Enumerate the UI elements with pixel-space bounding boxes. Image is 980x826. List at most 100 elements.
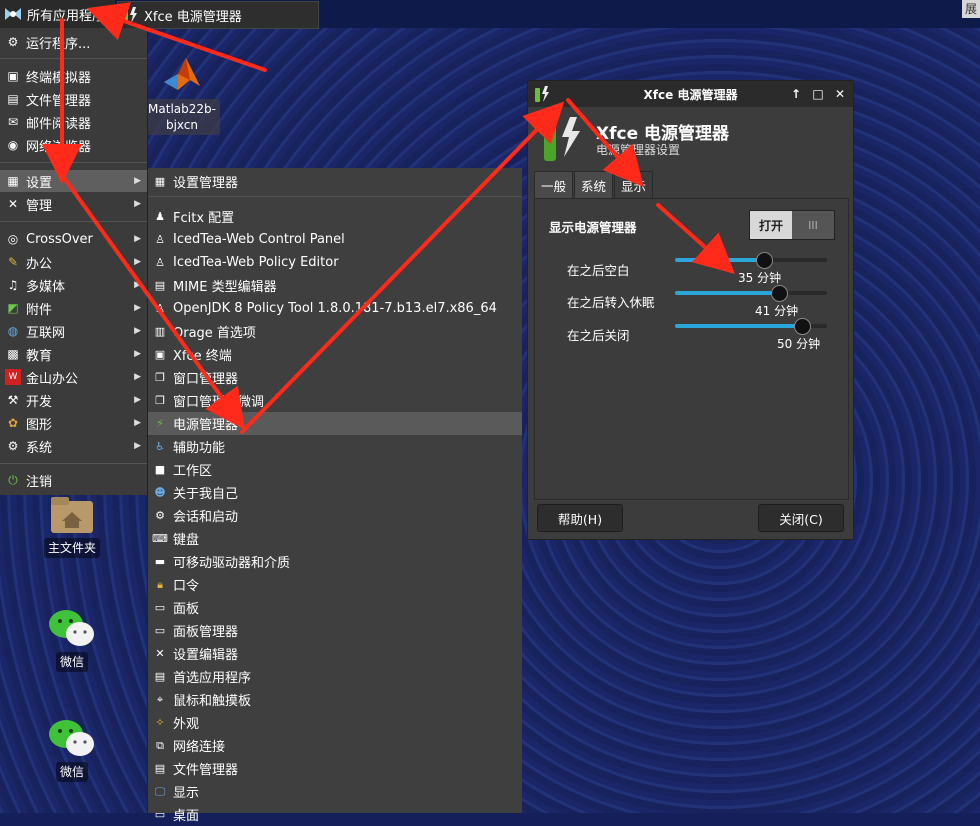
tab-general[interactable]: 一般 <box>534 171 574 199</box>
menu-item-development[interactable]: ⚒ 开发 ▶ <box>0 389 147 411</box>
submenu-item-removable-drives[interactable]: ▬ 可移动驱动器和介质 <box>148 550 522 573</box>
off-after-slider[interactable] <box>675 318 827 335</box>
submenu-item-label: 外观 <box>173 717 200 732</box>
help-button[interactable]: 帮助(H) <box>537 504 623 532</box>
submenu-item-panel[interactable]: ▭ 面板 <box>148 596 522 619</box>
toggle-on: 打开 <box>750 211 792 239</box>
display-power-management-label: 显示电源管理器 <box>549 220 637 235</box>
menu-item-terminal[interactable]: ▣ 终端模拟器 <box>0 65 147 87</box>
submenu-item-desktop[interactable]: ▭ 桌面 <box>148 803 522 826</box>
submenu-item-session[interactable]: ⚙ 会话和启动 <box>148 504 522 527</box>
drive-icon: ▬ <box>154 555 166 568</box>
menu-separator <box>0 463 147 464</box>
close-button[interactable]: 关闭(C) <box>758 504 844 532</box>
submenu-item-preferred-apps[interactable]: ▤ 首选应用程序 <box>148 665 522 688</box>
menu-item-mail[interactable]: ✉ 邮件阅读器 <box>0 111 147 133</box>
submenu-item-label: 设置管理器 <box>173 176 239 191</box>
submenu-item-settings-editor[interactable]: ✕ 设置编辑器 <box>148 642 522 665</box>
slider-knob[interactable] <box>771 285 788 302</box>
wechat-icon <box>49 610 94 646</box>
menu-item-run[interactable]: ⚙ 运行程序... <box>0 31 147 53</box>
terminal-icon: ▣ <box>154 348 166 361</box>
desktop-icon-home[interactable]: 主文件夹 <box>32 495 112 558</box>
menu-item-office[interactable]: ✎ 办公 ▶ <box>0 251 147 273</box>
submenu-item-password[interactable]: 🔒︎ 口令 <box>148 573 522 596</box>
menu-item-accessories[interactable]: ◩ 附件 ▶ <box>0 297 147 319</box>
menu-item-crossover[interactable]: ◎ CrossOver ▶ <box>0 228 147 250</box>
submenu-item-panel-manager[interactable]: ▭ 面板管理器 <box>148 619 522 642</box>
menu-item-graphics[interactable]: ✿ 图形 ▶ <box>0 412 147 434</box>
tab-system[interactable]: 系统 <box>574 171 614 199</box>
menu-separator <box>148 196 522 197</box>
applications-menu: ⚙ 运行程序... ▣ 终端模拟器 ▤ 文件管理器 ✉ 邮件阅读器 ◉ 网络浏览器 ▦ 设置… <box>0 28 148 495</box>
submenu-item-file-manager[interactable]: ▤ 文件管理器 <box>148 757 522 780</box>
submenu-item-accessibility[interactable]: ♿ 辅助功能 <box>148 435 522 458</box>
submenu-item-label: 键盘 <box>173 533 200 548</box>
submenu-item-power-manager[interactable]: ⚡ 电源管理器 <box>148 412 522 435</box>
blank-after-value: 35 分钟 <box>738 271 782 285</box>
menu-item-admin[interactable]: ✕ 管理 ▶ <box>0 193 147 215</box>
blank-after-slider[interactable] <box>675 252 827 269</box>
submenu-item-mime[interactable]: ▤ MIME 类型编辑器 <box>148 274 522 297</box>
submenu-item-openjdk-policy[interactable]: ♙ OpenJDK 8 Policy Tool 1.8.0.181-7.b13.e… <box>148 297 522 320</box>
desktop-icon-wechat-2[interactable]: 微信 <box>32 717 112 782</box>
submenu-item-about-me[interactable]: ☻ 关于我自己 <box>148 481 522 504</box>
menu-item-settings[interactable]: ▦ 设置 ▶ <box>0 170 147 192</box>
menu-item-web-browser[interactable]: ◉ 网络浏览器 <box>0 134 147 156</box>
system-icon: ⚙ <box>7 439 19 453</box>
menu-item-wps[interactable]: W 金山办公 ▶ <box>0 366 147 388</box>
menu-item-education[interactable]: ▩ 教育 ▶ <box>0 343 147 365</box>
submenu-item-fcitx[interactable]: ♟ Fcitx 配置 <box>148 205 522 228</box>
sleep-after-slider[interactable] <box>675 285 827 302</box>
menu-item-system[interactable]: ⚙ 系统 ▶ <box>0 435 147 457</box>
submenu-arrow-icon: ▶ <box>134 176 141 186</box>
submenu-item-label: 首选应用程序 <box>173 671 252 686</box>
submenu-item-label: 工作区 <box>173 464 213 479</box>
close-icon[interactable]: ✕ <box>831 85 849 103</box>
submenu-item-network[interactable]: ⧉ 网络连接 <box>148 734 522 757</box>
menu-item-label: 互联网 <box>26 325 66 341</box>
submenu-item-window-manager[interactable]: ❐ 窗口管理器 <box>148 366 522 389</box>
submenu-item-label: 面板管理器 <box>173 625 239 640</box>
appearance-icon: ✧ <box>155 716 165 729</box>
menu-item-file-manager[interactable]: ▤ 文件管理器 <box>0 88 147 110</box>
slider-knob[interactable] <box>756 252 773 269</box>
power-manager-dialog: Xfce 电源管理器 ↑ □ ✕ Xfce 电源管理器 电源管理器设置 一般 系… <box>527 80 854 540</box>
submenu-item-icedtea-control[interactable]: ♙ IcedTea-Web Control Panel <box>148 228 522 251</box>
submenu-arrow-icon: ▶ <box>134 441 141 451</box>
logout-icon: ⏻ <box>8 472 18 487</box>
submenu-arrow-icon: ▶ <box>134 280 141 290</box>
desktop-icon-wechat-1[interactable]: 微信 <box>32 607 112 672</box>
slider-fill <box>675 291 779 295</box>
taskbar-power-manager[interactable]: Xfce 电源管理器 <box>117 1 319 29</box>
submenu-item-orage[interactable]: ▥ Orage 首选项 <box>148 320 522 343</box>
submenu-item-workspaces[interactable]: ■ 工作区 <box>148 458 522 481</box>
desktop-icon-matlab[interactable]: Matlab22b-bjxcn <box>142 52 222 135</box>
submenu-item-settings-manager[interactable]: ▦ 设置管理器 <box>148 170 522 193</box>
sleep-after-value: 41 分钟 <box>755 304 799 318</box>
menu-item-logout[interactable]: ⏻ 注销 <box>0 469 147 491</box>
submenu-item-label: 桌面 <box>173 809 200 824</box>
submenu-item-window-tweaks[interactable]: ❐ 窗口管理器微调 <box>148 389 522 412</box>
submenu-item-mouse[interactable]: ⌖ 鼠标和触摸板 <box>148 688 522 711</box>
dialog-titlebar[interactable]: Xfce 电源管理器 ↑ □ ✕ <box>528 81 853 107</box>
pin-icon[interactable]: ↑ <box>787 85 805 103</box>
power-manager-large-icon <box>544 117 580 161</box>
maximize-icon[interactable]: □ <box>809 85 827 103</box>
submenu-item-appearance[interactable]: ✧ 外观 <box>148 711 522 734</box>
file-manager-icon: ▤ <box>7 92 19 106</box>
applications-menu-button[interactable]: 所有应用程序 <box>0 0 115 28</box>
display-power-management-toggle[interactable]: 打开 III <box>749 210 835 240</box>
menu-item-multimedia[interactable]: ♫ 多媒体 ▶ <box>0 274 147 296</box>
menu-item-internet[interactable]: ◍ 互联网 ▶ <box>0 320 147 342</box>
slider-knob[interactable] <box>794 318 811 335</box>
submenu-item-display[interactable]: 🖵︎ 显示 <box>148 780 522 803</box>
session-icon: ⚙ <box>155 509 165 522</box>
submenu-item-xfce-terminal[interactable]: ▣ Xfce 终端 <box>148 343 522 366</box>
tab-display[interactable]: 显示 <box>614 171 654 199</box>
graphics-icon: ✿ <box>7 416 19 430</box>
dialog-window-title: Xfce 电源管理器 <box>643 87 738 102</box>
panel-right-button[interactable]: 展 <box>962 0 980 18</box>
submenu-item-keyboard[interactable]: ⌨ 键盘 <box>148 527 522 550</box>
submenu-item-icedtea-policy[interactable]: ♙ IcedTea-Web Policy Editor <box>148 251 522 274</box>
